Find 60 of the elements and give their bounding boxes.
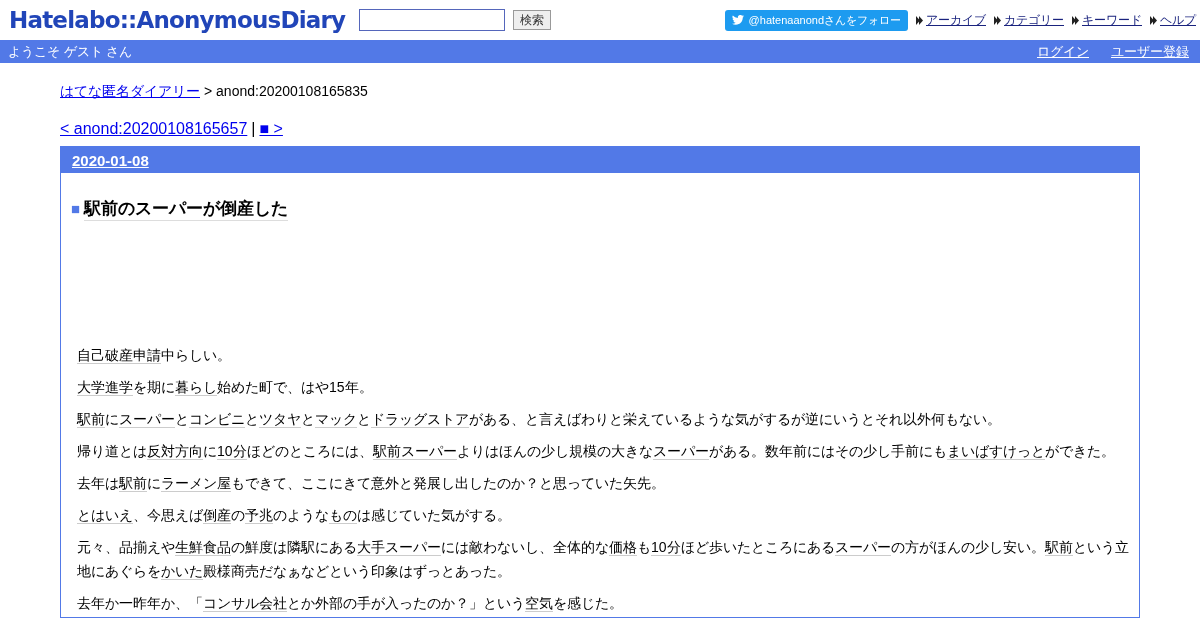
keyword-link[interactable]: 反対方向 bbox=[147, 443, 203, 460]
bird-icon bbox=[731, 15, 744, 25]
prev-link[interactable]: < anond:20200108165657 bbox=[60, 120, 248, 138]
keyword-link[interactable]: 大学進学 bbox=[77, 379, 133, 396]
keyword-link[interactable]: 駅前 bbox=[1044, 539, 1073, 556]
keyword-link[interactable]: コンビニ bbox=[189, 411, 245, 428]
keyword-link[interactable]: 駅前 bbox=[119, 475, 147, 492]
account-link[interactable]: ログイン bbox=[1037, 42, 1089, 61]
nav-link[interactable]: アーカイブ bbox=[926, 11, 986, 29]
paragraph: とはいえ、今思えば倒産の予兆のような ものは感じていた気がする。 bbox=[77, 506, 512, 526]
keyword-link[interactable]: ラーメン屋 bbox=[161, 475, 231, 492]
search-button[interactable]: 検索 bbox=[513, 10, 552, 30]
nav-link[interactable]: カテゴリー bbox=[1004, 11, 1064, 29]
search-field[interactable] bbox=[359, 9, 506, 31]
arrow-icon bbox=[1072, 15, 1079, 25]
keyword-link[interactable]: 駅前スーパー bbox=[372, 443, 457, 460]
keyword-link[interactable]: 10分 bbox=[217, 443, 247, 460]
account-link[interactable]: ユーザー登録 bbox=[1111, 42, 1189, 61]
keyword-link[interactable]: もの bbox=[329, 507, 357, 524]
keyword-link[interactable]: スーパー bbox=[119, 411, 175, 428]
paragraph: 去年か一昨年か、「コンサル会社とか外部の手が入ったのか？」という 空気を感じた。 bbox=[77, 594, 624, 614]
arrow-icon bbox=[994, 15, 1001, 25]
permalink-mark[interactable]: ■ bbox=[71, 200, 81, 217]
keyword-link[interactable]: 大手スーパー bbox=[357, 539, 441, 556]
welcome-text: ようこそ ゲスト さん bbox=[8, 42, 133, 61]
arrow-icon bbox=[916, 15, 923, 25]
paragraph: 元々、品揃えや生鮮食品の鮮度は隣駅にある 大手スーパーには敵わないし、全体的な価格 も 10分ほど歩いたところにある スーパーの方がほんの少し安い。駅前という立地にあぐらをかいた殿様商売だなぁなどという印象はずっとあった。 bbox=[77, 538, 1129, 582]
breadcrumb-link[interactable]: はてな匿名ダイアリー bbox=[60, 83, 200, 101]
paragraph: 自己破産申請中らしい。 bbox=[77, 346, 232, 366]
keyword-link[interactable]: 自己破産申請 bbox=[77, 347, 161, 364]
keyword-link[interactable]: とはいえ bbox=[77, 507, 133, 524]
keyword-link[interactable]: 10分 bbox=[651, 539, 681, 556]
nav-link[interactable]: ヘルプ bbox=[1160, 11, 1196, 29]
keyword-link[interactable]: ツタヤ bbox=[259, 411, 301, 428]
paragraph: 大学進学を期に暮らし始めた町で、はや15年。 bbox=[77, 378, 374, 398]
keyword-link[interactable]: 暮らし bbox=[175, 379, 217, 396]
keyword-link[interactable]: 予兆 bbox=[245, 507, 273, 524]
keyword-link[interactable]: 倒産 bbox=[203, 507, 231, 524]
keyword-link[interactable]: 価格 bbox=[609, 539, 637, 556]
next-link[interactable]: ■ > bbox=[259, 120, 283, 138]
keyword-link[interactable]: 空気 bbox=[525, 595, 553, 612]
nav-link[interactable]: キーワード bbox=[1082, 11, 1142, 29]
paragraph: 去年は駅前にラーメン屋もできて、ここにきて意外と発展し出したのか？と思っていた矢先。 bbox=[77, 474, 666, 494]
keyword-link[interactable]: スーパー bbox=[834, 539, 891, 556]
paragraph: 帰り道とは反対方向 に10分ほどのところには、駅前スーパーよりはほんの少し規模の大きなスーパーがある。数年前にはその少し手前にも まいばすけっとができた。 bbox=[77, 442, 1116, 462]
pager-separator: | bbox=[251, 120, 256, 138]
keyword-link[interactable]: ドラッグストア bbox=[371, 411, 469, 428]
keyword-link[interactable]: 生鮮食品 bbox=[175, 539, 231, 556]
keyword-link[interactable]: かいた bbox=[161, 563, 203, 580]
site-logo[interactable]: Hatelabo::AnonymousDiary bbox=[9, 7, 346, 33]
arrow-icon bbox=[1150, 15, 1157, 25]
paragraph: 駅前にスーパー と コンビニ と ツタヤ と マック と ドラッグストアがある、と言えばわりと栄えているような気がするが逆にいうとそれ以外何もない。 bbox=[77, 410, 1002, 430]
breadcrumb-current: > anond:20200108165835 bbox=[204, 83, 368, 101]
keyword-link[interactable]: まいばすけっと bbox=[946, 443, 1045, 460]
keyword-link[interactable]: マック bbox=[315, 411, 357, 428]
keyword-link[interactable]: 駅前 bbox=[77, 411, 105, 428]
entry-title: 駅前のスーパーが倒産した bbox=[84, 197, 289, 221]
keyword-link[interactable]: スーパー bbox=[652, 443, 709, 460]
date-link[interactable]: 2020-01-08 bbox=[72, 151, 149, 169]
keyword-link[interactable]: コンサル会社 bbox=[203, 595, 287, 612]
